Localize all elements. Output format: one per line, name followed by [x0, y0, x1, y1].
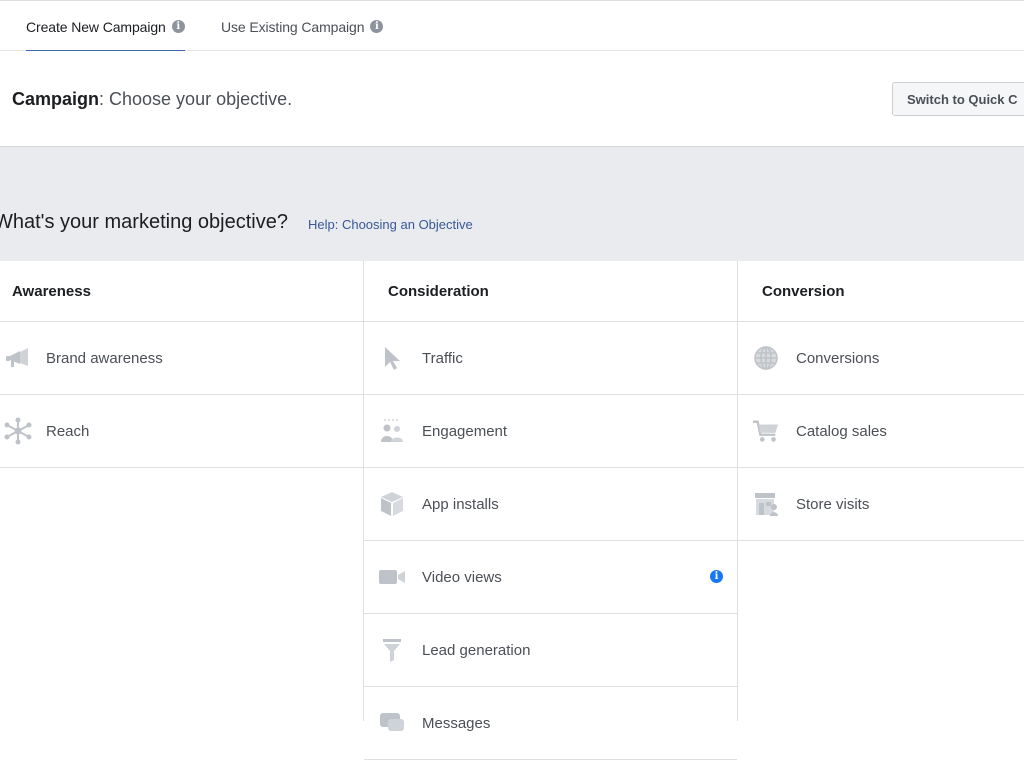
objective-label: App installs [422, 495, 499, 513]
campaign-header: Campaign: Choose your objective. Switch … [0, 51, 1024, 147]
objective-traffic[interactable]: Traffic [364, 322, 737, 395]
video-camera-icon [378, 563, 406, 591]
funnel-icon [378, 636, 406, 664]
campaign-tabs: Create New Campaign i Use Existing Campa… [0, 0, 1024, 53]
tab-label: Create New Campaign [26, 18, 166, 35]
objective-label: Lead generation [422, 641, 531, 659]
column-conversion: Conversion Conversions Catalog sales Sto… [738, 261, 1024, 721]
column-consideration: Consideration Traffic Engagement App ins… [363, 261, 738, 760]
objective-label: Video views [422, 568, 502, 586]
objective-label: Reach [46, 422, 90, 440]
chat-icon [378, 709, 406, 737]
objective-reach[interactable]: Reach [0, 395, 363, 468]
objective-label: Messages [422, 714, 491, 732]
objective-conversions[interactable]: Conversions [738, 322, 1024, 395]
info-icon[interactable]: i [710, 570, 723, 583]
objective-messages[interactable]: Messages [364, 687, 737, 760]
objective-catalog-sales[interactable]: Catalog sales [738, 395, 1024, 468]
column-awareness: Awareness Brand awareness Reach [0, 261, 363, 721]
objective-heading: What's your marketing objective? [0, 211, 288, 233]
info-icon[interactable]: i [370, 20, 384, 33]
column-heading: Awareness [0, 261, 363, 322]
megaphone-icon [4, 344, 32, 372]
tab-label: Use Existing Campaign [221, 18, 365, 35]
page-title-bold: Campaign [12, 89, 100, 109]
tab-use-existing-campaign[interactable]: Use Existing Campaign i [221, 1, 384, 52]
objective-video-views[interactable]: Video views i [364, 541, 737, 614]
objective-label: Catalog sales [796, 422, 887, 440]
objective-app-installs[interactable]: App installs [364, 468, 737, 541]
objective-label: Conversions [796, 349, 880, 367]
help-choosing-objective-link[interactable]: Help: Choosing an Objective [308, 217, 473, 232]
objective-brand-awareness[interactable]: Brand awareness [0, 322, 363, 395]
objective-band: What's your marketing objective? Help: C… [0, 147, 1024, 261]
page-title-rest: : Choose your objective. [99, 89, 293, 109]
page-title: Campaign: Choose your objective. [12, 89, 292, 110]
tab-create-new-campaign[interactable]: Create New Campaign i [26, 1, 185, 53]
cursor-icon [378, 344, 406, 372]
info-icon[interactable]: i [171, 20, 185, 33]
objective-label: Brand awareness [46, 349, 163, 367]
globe-icon [752, 344, 780, 372]
objective-label: Store visits [796, 495, 870, 513]
store-icon [752, 490, 780, 518]
objective-engagement[interactable]: Engagement [364, 395, 737, 468]
column-heading: Consideration [364, 261, 737, 322]
box-icon [378, 490, 406, 518]
objective-lead-generation[interactable]: Lead generation [364, 614, 737, 687]
cart-icon [752, 417, 780, 445]
objective-store-visits[interactable]: Store visits [738, 468, 1024, 541]
network-icon [4, 417, 32, 445]
objective-label: Traffic [422, 349, 463, 367]
people-icon [378, 417, 406, 445]
objective-grid: Awareness Brand awareness Reach Consider… [0, 261, 1024, 760]
switch-to-quick-creation-button[interactable]: Switch to Quick C [892, 82, 1024, 116]
column-heading: Conversion [738, 261, 1024, 322]
objective-label: Engagement [422, 422, 508, 440]
